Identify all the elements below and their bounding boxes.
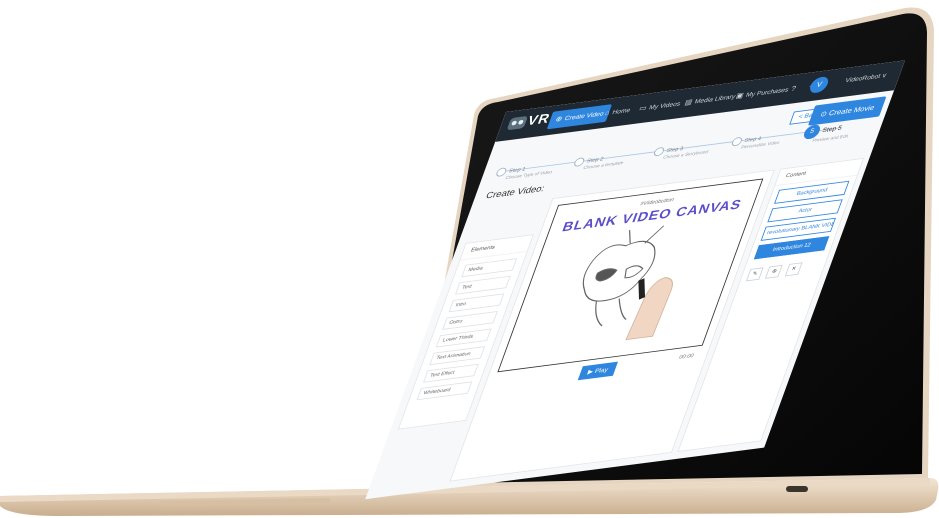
element-outro[interactable]: Outro bbox=[442, 310, 498, 330]
step-1[interactable]: Step 1 Choose Type of Video bbox=[493, 161, 556, 183]
page-title: Create Video: bbox=[484, 183, 546, 202]
element-whiteboard[interactable]: Whiteboard bbox=[416, 381, 473, 401]
help-icon: ? bbox=[789, 84, 798, 93]
element-media[interactable]: Media bbox=[461, 258, 518, 278]
my-purchases-icon: ▣ bbox=[734, 91, 745, 100]
element-text-animation[interactable]: Text Animation bbox=[429, 346, 486, 366]
step-3[interactable]: Step 3 Choose a Storyboard bbox=[651, 141, 712, 162]
elements-panel-title: Elements bbox=[460, 235, 533, 261]
move-icon[interactable]: ⊕ bbox=[765, 264, 784, 279]
time-readout: 00:00 bbox=[678, 353, 695, 361]
step-sub: Preview and Edit bbox=[811, 133, 849, 144]
content-panel-title: Content bbox=[775, 158, 863, 187]
app-logo[interactable]: VR bbox=[506, 111, 552, 131]
my-videos-icon: ▭ bbox=[637, 103, 649, 113]
play-button[interactable]: ▶ Play bbox=[577, 361, 618, 381]
edit-icon[interactable]: ✎ bbox=[745, 267, 764, 282]
step-4[interactable]: Step 4 Personalize Video bbox=[729, 131, 784, 152]
step-2[interactable]: Step 2 Choose a template bbox=[571, 152, 627, 173]
create-video-icon: ⊕ bbox=[554, 114, 564, 124]
element-intro[interactable]: Intro bbox=[448, 293, 505, 313]
play-label: Play bbox=[593, 367, 609, 375]
step-label: Step 5 bbox=[821, 125, 843, 134]
element-text-effect[interactable]: Text Effect bbox=[422, 363, 479, 383]
element-lower-thirds[interactable]: Lower Thirds bbox=[435, 328, 492, 348]
nav-label: Home bbox=[611, 107, 632, 116]
user-menu[interactable]: VideoRobot ∨ bbox=[844, 72, 888, 85]
create-movie-label: Create Movie bbox=[827, 103, 876, 118]
content-tools: ✎ ⊕ ✕ bbox=[745, 256, 822, 282]
element-text[interactable]: Text bbox=[454, 275, 511, 295]
usb-port bbox=[786, 486, 808, 492]
delete-icon[interactable]: ✕ bbox=[784, 262, 803, 277]
media-library-icon: ▤ bbox=[683, 97, 694, 107]
